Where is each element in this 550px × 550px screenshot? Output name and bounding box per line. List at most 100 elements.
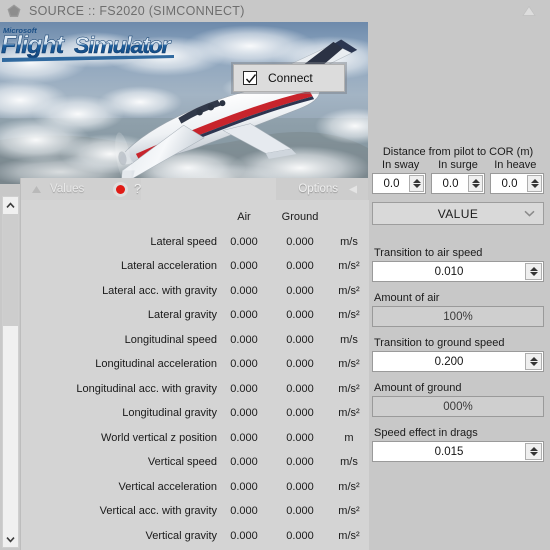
cell-ground: 0.000 [286, 480, 314, 493]
record-indicator[interactable] [113, 182, 128, 197]
table-row: World vertical z position 0.000 0.000 m [21, 426, 369, 451]
cell-air: 0.000 [230, 309, 258, 322]
cell-ground: 0.000 [286, 260, 314, 273]
cell-name: Lateral gravity [147, 309, 217, 322]
sway-stepper[interactable]: 0.0 [372, 173, 426, 194]
surge-stepper[interactable]: 0.0 [431, 173, 485, 194]
cell-ground: 0.000 [286, 333, 314, 346]
cell-unit: m [344, 431, 354, 444]
stepper-down-icon[interactable] [529, 452, 538, 456]
transition-ground-stepper[interactable]: 0.200 [372, 351, 544, 372]
cell-name: Vertical acceleration [118, 480, 217, 493]
cell-unit: m/s² [338, 382, 360, 395]
table-row: Vertical acc. with gravity 0.000 0.000 m/s² [21, 499, 369, 524]
app-window: SOURCE :: FS2020 (SIMCONNECT) Microsoft … [0, 0, 550, 550]
heave-stepper-arrows[interactable] [527, 175, 542, 192]
col-header-air: Air [237, 211, 251, 224]
cell-unit: m/s² [338, 358, 360, 371]
cell-unit: m/s² [338, 260, 360, 273]
stepper-down-icon[interactable] [412, 184, 421, 188]
transition-ground-label: Transition to ground speed [374, 337, 505, 349]
cell-air: 0.000 [230, 529, 258, 542]
table-row: Vertical speed 0.000 0.000 m/s [21, 450, 369, 475]
speed-drags-label: Speed effect in drags [374, 427, 478, 439]
stepper-up-icon[interactable] [529, 447, 538, 451]
stepper-down-icon[interactable] [471, 184, 480, 188]
speed-drags-group: Speed effect in drags 0.015 [372, 427, 544, 462]
cell-name: Lateral acceleration [120, 260, 217, 273]
cell-ground: 0.000 [286, 407, 314, 420]
scroll-thumb[interactable] [3, 214, 18, 326]
cell-air: 0.000 [230, 407, 258, 420]
cell-ground: 0.000 [286, 235, 314, 248]
value-mode-selected: VALUE [437, 206, 479, 221]
cell-air: 0.000 [230, 431, 258, 444]
col-header-ground: Ground [281, 211, 319, 224]
cell-air: 0.000 [230, 235, 258, 248]
record-dot [116, 185, 125, 194]
cell-unit: m/s² [338, 309, 360, 322]
values-scrollbar[interactable] [2, 196, 19, 548]
chevron-down-icon[interactable] [524, 210, 535, 217]
speed-drags-stepper-arrows[interactable] [525, 443, 542, 460]
speed-drags-stepper[interactable]: 0.015 [372, 441, 544, 462]
distance-sublabels: In sway In surge In heave [372, 159, 544, 171]
sway-stepper-arrows[interactable] [409, 175, 424, 192]
cell-air: 0.000 [230, 480, 258, 493]
cell-unit: m/s² [338, 284, 360, 297]
amount-air-group: Amount of air 100% [372, 292, 544, 327]
options-tab-label: Options [298, 183, 338, 195]
cell-unit: m/s² [338, 480, 360, 493]
cell-name: Lateral speed [150, 235, 217, 248]
cell-air: 0.000 [230, 284, 258, 297]
col-header-unit [329, 205, 369, 230]
stepper-up-icon[interactable] [529, 357, 538, 361]
scroll-up-button[interactable] [3, 197, 18, 213]
stepper-down-icon[interactable] [529, 362, 538, 366]
table-row: Lateral gravity 0.000 0.000 m/s² [21, 303, 369, 328]
cell-ground: 0.000 [286, 431, 314, 444]
cell-name: Longitudinal acc. with gravity [76, 382, 217, 395]
cell-name: Lateral acc. with gravity [102, 284, 217, 297]
cell-name: Longitudinal speed [124, 333, 217, 346]
stepper-up-icon[interactable] [412, 179, 421, 183]
table-row: Longitudinal speed 0.000 0.000 m/s [21, 328, 369, 353]
cell-air: 0.000 [230, 505, 258, 518]
amount-air-value: 100% [372, 306, 544, 327]
values-table-body: Lateral speed 0.000 0.000 m/s Lateral accele… [21, 230, 369, 549]
stepper-down-icon[interactable] [529, 272, 538, 276]
stepper-up-icon[interactable] [529, 267, 538, 271]
table-row: Lateral speed 0.000 0.000 m/s [21, 230, 369, 255]
connect-checkbox[interactable] [243, 71, 257, 85]
connect-button[interactable]: Connect [233, 64, 345, 92]
speed-drags-value: 0.015 [434, 445, 464, 458]
heave-stepper[interactable]: 0.0 [490, 173, 544, 194]
transition-air-stepper-arrows[interactable] [525, 263, 542, 280]
cell-air: 0.000 [230, 333, 258, 346]
transition-air-stepper[interactable]: 0.010 [372, 261, 544, 282]
triangle-up-icon[interactable] [522, 5, 536, 17]
cell-ground: 0.000 [286, 382, 314, 395]
cell-air: 0.000 [230, 358, 258, 371]
tab-options[interactable]: Options [276, 178, 368, 200]
surge-stepper-arrows[interactable] [468, 175, 483, 192]
distance-group-title: Distance from pilot to COR (m) [382, 146, 534, 158]
cell-ground: 0.000 [286, 358, 314, 371]
transition-ground-stepper-arrows[interactable] [525, 353, 542, 370]
stepper-down-icon[interactable] [530, 184, 539, 188]
chevron-up-icon [6, 201, 15, 208]
table-row: Longitudinal acceleration 0.000 0.000 m/s² [21, 352, 369, 377]
help-icon[interactable]: ? [134, 181, 141, 196]
stepper-up-icon[interactable] [471, 179, 480, 183]
triangle-up-icon[interactable] [31, 185, 42, 194]
values-table-container: Air Ground Lateral speed 0.000 0.000 m/s Lat… [21, 200, 369, 550]
sky-and-aircraft-art [0, 22, 368, 184]
cell-air: 0.000 [230, 382, 258, 395]
checkmark-icon [245, 74, 257, 84]
cell-name: World vertical z position [101, 431, 217, 444]
value-mode-select[interactable]: VALUE [372, 202, 544, 225]
values-panel: Values ? Options Air Ground Lateral spee… [20, 178, 369, 550]
transition-ground-value: 0.200 [434, 355, 464, 368]
stepper-up-icon[interactable] [530, 179, 539, 183]
scroll-down-button[interactable] [3, 531, 18, 547]
